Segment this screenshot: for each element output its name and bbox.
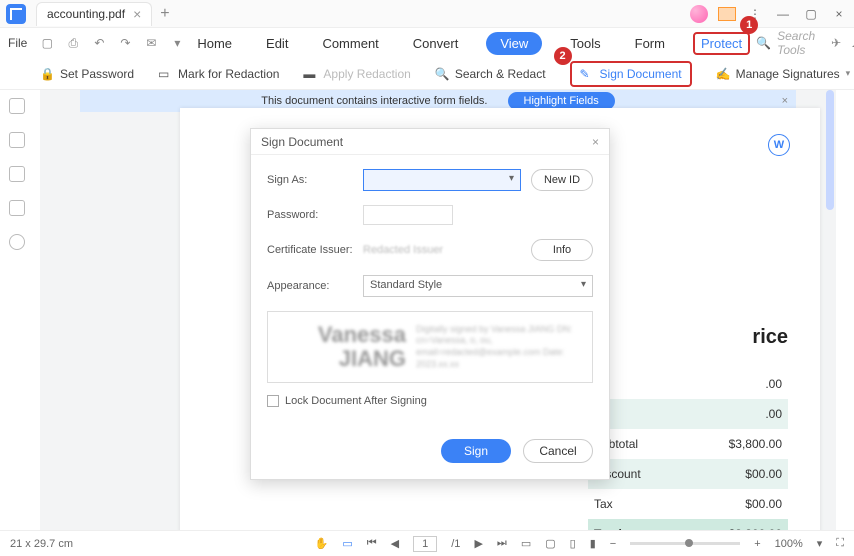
redact-mark-icon: ▭ [158,67,172,81]
tool-manage-signatures[interactable]: ✍Manage Signatures▾ [716,67,851,81]
page-dimensions: 21 x 29.7 cm [10,538,73,550]
menu-comment[interactable]: Comment [316,32,384,55]
undo-icon[interactable]: ↶ [91,36,107,51]
send-icon[interactable]: ✈ [831,36,841,50]
comment-panel-icon[interactable] [9,166,25,182]
tool-mark-redaction[interactable]: ▭Mark for Redaction [158,67,279,81]
avatar[interactable] [690,5,708,23]
menu-form[interactable]: Form [629,32,671,55]
new-id-button[interactable]: New ID [531,169,593,191]
zoom-in-icon[interactable]: + [754,538,760,550]
close-window-icon[interactable]: × [830,7,848,21]
mail-dropdown-icon[interactable]: ▾ [169,36,185,51]
zoom-out-icon[interactable]: − [610,538,616,550]
last-page-icon[interactable]: ⏭ [497,537,507,550]
menu-protect[interactable]: Protect 1 [693,32,750,55]
lock-checkbox[interactable] [267,395,279,407]
menu-convert[interactable]: Convert [407,32,465,55]
document-tab[interactable]: accounting.pdf × [36,2,152,26]
invoice-title-partial: rice [588,326,788,349]
step-badge-2: 2 [554,47,572,65]
sign-icon: ✎ [580,67,594,81]
tool-set-password[interactable]: 🔒Set Password [40,67,134,81]
infobar-message: This document contains interactive form … [261,95,487,107]
infobar-close-icon[interactable]: × [782,95,788,107]
search-icon[interactable]: 🔍 [756,36,771,50]
bookmark-icon[interactable] [9,132,25,148]
invoice-table: rice .00 .00 Subtotal$3,800.00 Discount$… [588,326,788,530]
step-badge-1: 1 [740,16,758,34]
menu-edit[interactable]: Edit [260,32,294,55]
scrollbar[interactable] [826,90,834,530]
cancel-button[interactable]: Cancel [523,439,593,463]
tool-apply-redaction: ▬Apply Redaction [303,67,410,81]
close-tab-icon[interactable]: × [133,6,141,22]
zoom-dropdown-icon[interactable]: ▾ [817,537,823,550]
sign-document-dialog: Sign Document × Sign As: New ID Password… [250,128,610,480]
mail-icon[interactable]: ✉ [143,36,159,51]
manage-sig-icon: ✍ [716,67,730,81]
maximize-icon[interactable]: ▢ [802,7,820,21]
appearance-dropdown[interactable]: Standard Style [363,275,593,297]
zoom-slider[interactable] [630,542,740,545]
single-page-icon[interactable]: ▯ [570,537,576,550]
lock-icon: 🔒 [40,67,54,81]
continuous-icon[interactable]: ▮ [590,537,596,550]
signature-details: Digitally signed by Vanessa JIANG DN: cn… [416,324,584,371]
hand-tool-icon[interactable]: ✋ [315,537,329,550]
cert-issuer-value: Redacted Issuer [363,244,521,256]
file-menu[interactable]: File [8,36,27,50]
left-rail [0,90,34,250]
select-tool-icon[interactable]: ▭ [342,537,352,550]
save-icon[interactable]: ▢ [39,36,55,51]
minimize-icon[interactable]: — [774,7,792,21]
info-button[interactable]: Info [531,239,593,261]
zoom-level[interactable]: 100% [775,538,803,550]
add-tab-icon[interactable]: + [160,5,169,23]
signature-name: Vanessa JIANG [276,323,406,371]
notification-icon[interactable] [718,7,736,21]
dialog-close-icon[interactable]: × [592,135,599,149]
tool-search-redact[interactable]: 🔍Search & Redact [435,67,546,81]
password-label: Password: [267,209,353,221]
appearance-label: Appearance: [267,280,353,292]
fit-width-icon[interactable]: ▭ [521,537,531,550]
next-page-icon[interactable]: ▶ [474,537,482,550]
tab-title: accounting.pdf [47,7,125,21]
protect-toolbar: 🔒Set Password ▭Mark for Redaction ▬Apply… [0,58,854,90]
search-panel-icon[interactable] [9,234,25,250]
print-icon[interactable]: ⎙ [65,36,81,51]
password-input[interactable] [363,205,453,225]
page-input[interactable]: 1 [413,536,437,552]
page-total: /1 [451,538,460,550]
titlebar: accounting.pdf × + ⋮ — ▢ × [0,0,854,28]
signature-preview: Vanessa JIANG Digitally signed by Vaness… [267,311,593,383]
chevron-down-icon: ▾ [846,68,851,79]
fit-page-icon[interactable]: ▢ [545,537,555,550]
prev-page-icon[interactable]: ◀ [391,537,399,550]
app-icon [6,4,26,24]
cert-issuer-label: Certificate Issuer: [267,244,353,256]
word-export-badge[interactable]: W [768,134,790,156]
lock-label: Lock Document After Signing [285,395,427,407]
menu-home[interactable]: Home [191,32,238,55]
dialog-title: Sign Document × [251,129,609,155]
sign-button[interactable]: Sign [441,439,511,463]
attachment-icon[interactable] [9,200,25,216]
menu-view[interactable]: View [486,32,542,55]
search-redact-icon: 🔍 [435,67,449,81]
thumbnails-icon[interactable] [9,98,25,114]
sign-as-label: Sign As: [267,174,353,186]
status-bar: 21 x 29.7 cm ✋ ▭ ⏮ ◀ 1 /1 ▶ ⏭ ▭ ▢ ▯ ▮ − … [0,530,854,556]
sign-as-dropdown[interactable] [363,169,521,191]
first-page-icon[interactable]: ⏮ [367,537,377,550]
scrollbar-thumb[interactable] [826,90,834,210]
redact-apply-icon: ▬ [303,67,317,81]
menubar: File ▢ ⎙ ↶ ↷ ✉ ▾ Home Edit Comment Conve… [0,28,854,58]
tool-sign-document[interactable]: ✎ Sign Document 2 [570,61,692,87]
fullscreen-icon[interactable]: ⛶ [836,537,844,550]
redo-icon[interactable]: ↷ [117,36,133,51]
search-tools-input[interactable]: Search Tools [777,29,815,57]
